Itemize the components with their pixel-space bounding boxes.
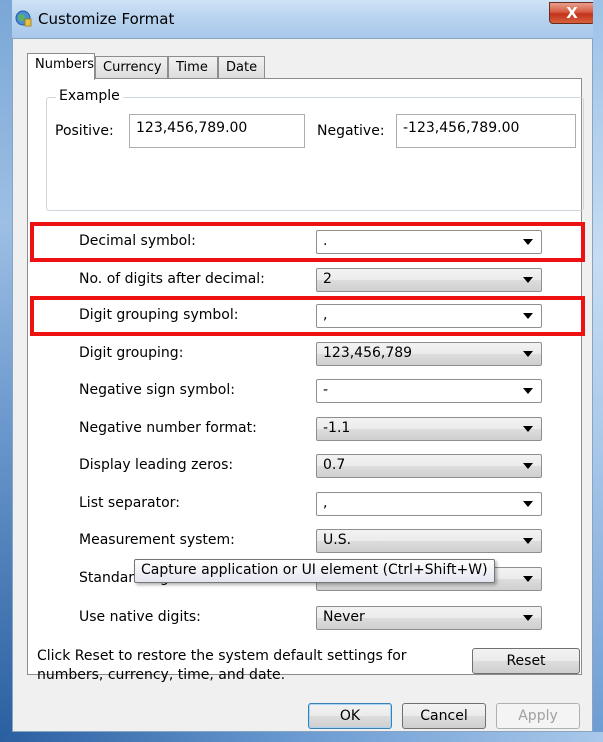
list-separator-combo[interactable]: , bbox=[316, 492, 542, 516]
close-button[interactable]: X bbox=[549, 2, 595, 24]
digit-grouping-symbol-value: , bbox=[323, 307, 328, 323]
digit-grouping-combo[interactable]: 123,456,789 bbox=[316, 342, 542, 366]
window-frame-right bbox=[593, 0, 603, 742]
chevron-down-icon bbox=[523, 501, 533, 507]
cancel-button[interactable]: Cancel bbox=[402, 703, 486, 729]
tab-date[interactable]: Date bbox=[218, 56, 265, 79]
list-separator-value: , bbox=[323, 495, 328, 511]
display-leading-zeros-value: 0.7 bbox=[323, 457, 346, 473]
negative-sign-symbol-combo[interactable]: - bbox=[316, 379, 542, 403]
chevron-down-icon bbox=[523, 313, 533, 319]
numbers-tab-panel: Example Positive: 123,456,789.00 Negativ… bbox=[27, 78, 585, 675]
digits-after-decimal-label: No. of digits after decimal: bbox=[79, 271, 265, 287]
negative-label: Negative: bbox=[317, 123, 385, 139]
chevron-down-icon bbox=[523, 239, 533, 245]
measurement-system-combo[interactable]: U.S. bbox=[316, 529, 542, 553]
digit-grouping-symbol-combo[interactable]: , bbox=[316, 304, 542, 328]
negative-example-field: -123,456,789.00 bbox=[396, 114, 576, 148]
chevron-down-icon bbox=[523, 388, 533, 394]
negative-sign-symbol-label: Negative sign symbol: bbox=[79, 382, 235, 398]
decimal-symbol-value: . bbox=[323, 233, 328, 249]
negative-number-format-label: Negative number format: bbox=[79, 420, 257, 436]
list-separator-label: List separator: bbox=[79, 495, 180, 511]
ok-button[interactable]: OK bbox=[308, 703, 392, 729]
window-frame-bottom bbox=[0, 732, 603, 742]
chevron-down-icon bbox=[523, 351, 533, 357]
tab-time[interactable]: Time bbox=[168, 56, 218, 79]
reset-button[interactable]: Reset bbox=[472, 648, 580, 674]
positive-example-field: 123,456,789.00 bbox=[129, 114, 305, 148]
tab-numbers[interactable]: Numbers bbox=[27, 53, 95, 80]
positive-label: Positive: bbox=[55, 123, 114, 139]
chevron-down-icon bbox=[523, 576, 533, 582]
chevron-down-icon bbox=[523, 277, 533, 283]
measurement-system-label: Measurement system: bbox=[79, 532, 235, 548]
chevron-down-icon bbox=[523, 426, 533, 432]
digits-after-decimal-value: 2 bbox=[323, 271, 332, 287]
negative-number-format-value: -1.1 bbox=[323, 420, 351, 436]
use-native-digits-combo[interactable]: Never bbox=[316, 606, 542, 630]
use-native-digits-value: Never bbox=[323, 609, 365, 625]
dialog-client-area: Numbers Currency Time Date Example Posit… bbox=[12, 38, 593, 732]
decimal-symbol-combo[interactable]: . bbox=[316, 230, 542, 254]
display-leading-zeros-label: Display leading zeros: bbox=[79, 457, 234, 473]
digit-grouping-value: 123,456,789 bbox=[323, 345, 413, 361]
negative-number-format-combo[interactable]: -1.1 bbox=[316, 417, 542, 441]
apply-button[interactable]: Apply bbox=[496, 703, 580, 729]
measurement-system-value: U.S. bbox=[323, 532, 352, 548]
window-frame-left bbox=[0, 0, 12, 742]
example-groupbox: Example Positive: 123,456,789.00 Negativ… bbox=[46, 88, 584, 211]
title-bar: Customize Format X bbox=[0, 0, 603, 38]
negative-sign-symbol-value: - bbox=[323, 382, 329, 398]
example-group-title: Example bbox=[56, 88, 123, 104]
chevron-down-icon bbox=[523, 463, 533, 469]
digits-after-decimal-combo[interactable]: 2 bbox=[316, 268, 542, 292]
customize-format-dialog: Customize Format X Numbers Currency Time… bbox=[0, 0, 603, 742]
regional-settings-icon bbox=[15, 10, 32, 27]
capture-tooltip: Capture application or UI element (Ctrl+… bbox=[134, 559, 495, 583]
reset-instructions: Click Reset to restore the system defaul… bbox=[37, 648, 407, 683]
use-native-digits-label: Use native digits: bbox=[79, 609, 201, 625]
window-title: Customize Format bbox=[38, 10, 175, 28]
digit-grouping-label: Digit grouping: bbox=[79, 345, 184, 361]
tab-currency[interactable]: Currency bbox=[95, 56, 168, 79]
chevron-down-icon bbox=[523, 615, 533, 621]
decimal-symbol-label: Decimal symbol: bbox=[79, 233, 196, 249]
digit-grouping-symbol-label: Digit grouping symbol: bbox=[79, 307, 239, 323]
close-icon: X bbox=[566, 4, 578, 22]
display-leading-zeros-combo[interactable]: 0.7 bbox=[316, 454, 542, 478]
chevron-down-icon bbox=[523, 538, 533, 544]
